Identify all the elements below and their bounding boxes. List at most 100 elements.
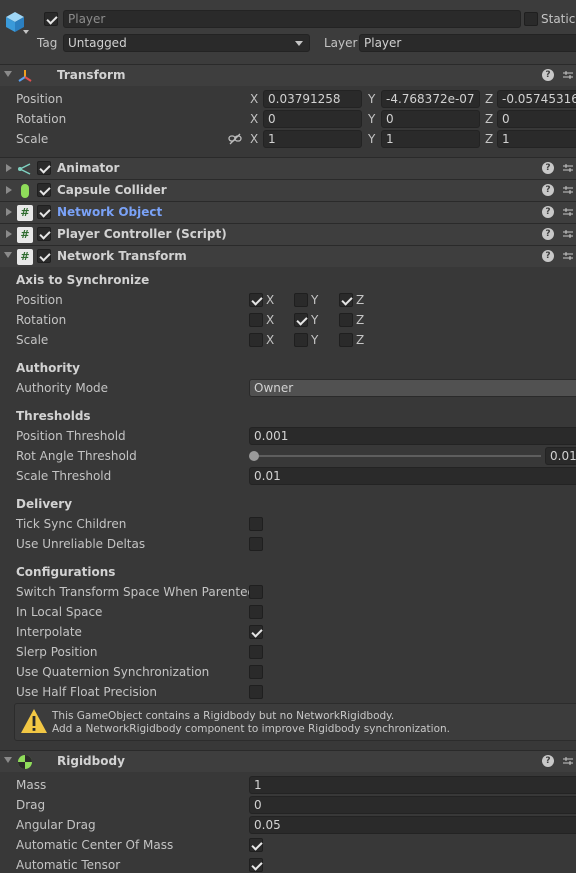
help-icon[interactable]: ?: [542, 228, 554, 240]
switch-space-label: Switch Transform Space When Parented: [16, 585, 256, 599]
foldout-closed-icon[interactable]: [6, 164, 12, 172]
capsule-collider-header[interactable]: Capsule Collider ?: [0, 179, 576, 201]
settings-sliders-icon[interactable]: [562, 184, 574, 196]
help-icon[interactable]: ?: [542, 755, 554, 767]
help-icon[interactable]: ?: [542, 206, 554, 218]
sync-scale-z-checkbox[interactable]: [339, 333, 353, 347]
position-threshold-label: Position Threshold: [16, 429, 126, 443]
tag-dropdown[interactable]: Untagged: [63, 34, 310, 52]
use-unreliable-deltas-checkbox[interactable]: [249, 537, 263, 551]
use-half-float-checkbox[interactable]: [249, 685, 263, 699]
network-object-header[interactable]: # Network Object ?: [0, 201, 576, 223]
network-transform-header[interactable]: # Network Transform ?: [0, 245, 576, 267]
scale-x-field[interactable]: 1: [263, 130, 362, 148]
authority-section-title: Authority: [16, 361, 80, 375]
settings-sliders-icon[interactable]: [562, 162, 574, 174]
mass-field[interactable]: 1: [249, 776, 576, 794]
scale-z-field[interactable]: 1: [497, 130, 576, 148]
player-controller-header[interactable]: # Player Controller (Script) ?: [0, 223, 576, 245]
foldout-closed-icon[interactable]: [6, 230, 12, 238]
settings-sliders-icon[interactable]: [562, 206, 574, 218]
rotation-label: Rotation: [16, 112, 67, 126]
axis-z-label: Z: [356, 293, 365, 307]
auto-tensor-checkbox[interactable]: [249, 858, 263, 872]
tag-value: Untagged: [68, 36, 127, 50]
authority-mode-dropdown[interactable]: Owner: [249, 379, 576, 397]
settings-sliders-icon[interactable]: [562, 228, 574, 240]
in-local-space-checkbox[interactable]: [249, 605, 263, 619]
rot-angle-slider-handle[interactable]: [249, 451, 259, 461]
transform-header[interactable]: Transform ?: [0, 64, 576, 86]
static-checkbox[interactable]: [524, 12, 538, 26]
object-name-field[interactable]: Player: [63, 10, 521, 28]
help-icon[interactable]: ?: [542, 184, 554, 196]
rotation-y-field[interactable]: 0: [381, 110, 480, 128]
warning-line2: Add a NetworkRigidbody component to impr…: [52, 723, 451, 735]
foldout-open-icon[interactable]: [4, 252, 12, 258]
static-label: Static: [541, 12, 576, 26]
unlink-icon[interactable]: [228, 133, 242, 145]
rot-angle-threshold-label: Rot Angle Threshold: [16, 449, 137, 463]
foldout-open-icon[interactable]: [4, 757, 12, 763]
help-icon[interactable]: ?: [542, 162, 554, 174]
position-z-field[interactable]: -0.05745316: [497, 90, 576, 108]
scale-threshold-field[interactable]: 0.01: [249, 467, 576, 485]
warning-icon: [21, 709, 47, 733]
axis-y-label: Y: [311, 313, 319, 327]
rotation-x-field[interactable]: 0: [263, 110, 362, 128]
drag-field[interactable]: 0: [249, 796, 576, 814]
warning-line1: This GameObject contains a Rigidbody but…: [52, 710, 395, 722]
tick-sync-children-label: Tick Sync Children: [16, 517, 127, 531]
enabled-checkbox[interactable]: [37, 249, 51, 263]
axis-z-label: Z: [356, 313, 365, 327]
help-icon[interactable]: ?: [542, 69, 554, 81]
sync-rotation-y-checkbox[interactable]: [294, 313, 308, 327]
position-y-field[interactable]: -4.768372e-07: [381, 90, 480, 108]
layer-dropdown[interactable]: Player: [359, 34, 576, 52]
help-icon[interactable]: ?: [542, 250, 554, 262]
enabled-checkbox[interactable]: [37, 227, 51, 241]
animator-icon: [18, 163, 31, 175]
sync-position-z-checkbox[interactable]: [339, 293, 353, 307]
settings-sliders-icon[interactable]: [562, 250, 574, 262]
sync-scale-x-checkbox[interactable]: [249, 333, 263, 347]
sync-position-x-checkbox[interactable]: [249, 293, 263, 307]
scale-y-field[interactable]: 1: [381, 130, 480, 148]
configurations-section-title: Configurations: [16, 565, 116, 579]
rotation-z-field[interactable]: 0: [497, 110, 576, 128]
use-quaternion-sync-checkbox[interactable]: [249, 665, 263, 679]
rot-angle-threshold-field[interactable]: 0.01: [545, 447, 576, 465]
foldout-closed-icon[interactable]: [6, 186, 12, 194]
sync-rotation-z-checkbox[interactable]: [339, 313, 353, 327]
delivery-section-title: Delivery: [16, 497, 73, 511]
animator-header[interactable]: Animator ?: [0, 157, 576, 179]
foldout-closed-icon[interactable]: [6, 208, 12, 216]
settings-sliders-icon[interactable]: [562, 755, 574, 767]
tick-sync-children-checkbox[interactable]: [249, 517, 263, 531]
axis-y-label: Y: [311, 293, 319, 307]
interpolate-checkbox[interactable]: [249, 625, 263, 639]
prefab-dropdown-arrow[interactable]: [23, 30, 29, 34]
axis-z-label: Z: [485, 92, 494, 106]
angular-drag-field[interactable]: 0.05: [249, 816, 576, 834]
switch-space-checkbox[interactable]: [249, 585, 263, 599]
chevron-down-icon: [295, 41, 303, 46]
sync-rotation-x-checkbox[interactable]: [249, 313, 263, 327]
sync-position-y-checkbox[interactable]: [294, 293, 308, 307]
active-checkbox[interactable]: [44, 12, 58, 26]
position-x-field[interactable]: 0.03791258: [263, 90, 362, 108]
drag-label: Drag: [16, 798, 46, 812]
use-unreliable-deltas-label: Use Unreliable Deltas: [16, 537, 146, 551]
warning-helpbox: This GameObject contains a Rigidbody but…: [14, 703, 576, 741]
sync-scale-y-checkbox[interactable]: [294, 333, 308, 347]
rot-angle-slider-track[interactable]: [253, 455, 541, 457]
position-threshold-field[interactable]: 0.001: [249, 427, 576, 445]
rigidbody-header[interactable]: Rigidbody ?: [0, 750, 576, 772]
auto-center-checkbox[interactable]: [249, 838, 263, 852]
settings-sliders-icon[interactable]: [562, 69, 574, 81]
enabled-checkbox[interactable]: [37, 205, 51, 219]
slerp-position-checkbox[interactable]: [249, 645, 263, 659]
enabled-checkbox[interactable]: [37, 183, 51, 197]
enabled-checkbox[interactable]: [37, 161, 51, 175]
foldout-open-icon[interactable]: [4, 71, 12, 77]
